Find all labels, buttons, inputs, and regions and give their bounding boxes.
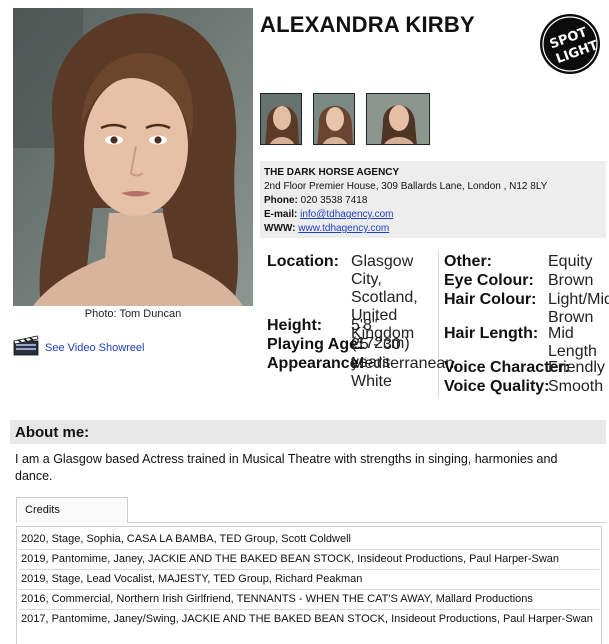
voice-quality-label: Voice Quality:	[444, 378, 550, 395]
credit-row: 2019, Pantomime, Janey, JACKIE AND THE B…	[19, 549, 599, 570]
clapperboard-icon	[13, 334, 39, 361]
voice-character-value: Friendly	[548, 359, 605, 376]
column-divider	[438, 250, 439, 398]
photo-credit: Photo: Tom Duncan	[84, 308, 182, 320]
thumbnail-photo-2[interactable]	[313, 93, 355, 145]
location-label: Location:	[267, 253, 339, 270]
other-label: Other:	[444, 253, 492, 270]
agency-contact-panel: THE DARK HORSE AGENCY 2nd Floor Premier …	[260, 161, 606, 238]
credits-table: 2020, Stage, Sophia, CASA LA BAMBA, TED …	[16, 526, 602, 644]
agency-address: 2nd Floor Premier House, 309 Ballards La…	[264, 181, 548, 192]
thumbnail-photo-1[interactable]	[260, 93, 302, 145]
eye-colour-value: Brown	[548, 272, 594, 289]
tab-baseline	[128, 522, 606, 523]
credit-row: 2019, Stage, Lead Vocalist, MAJESTY, TED…	[19, 569, 599, 590]
agency-email-link[interactable]: info@tdhagency.com	[300, 209, 393, 220]
about-me-text: I am a Glasgow based Actress trained in …	[15, 452, 558, 483]
voice-quality-value: Smooth	[548, 378, 604, 395]
actor-name: ALEXANDRA KIRBY	[260, 12, 475, 37]
playing-age-label: Playing Age:	[267, 336, 364, 353]
other-value: Equity	[548, 253, 593, 270]
credit-row: 2020, Stage, Sophia, CASA LA BAMBA, TED …	[19, 529, 599, 550]
height-label: Height:	[267, 317, 323, 334]
hair-length-value: Mid Length	[548, 325, 597, 360]
agency-phone: 020 3538 7418	[300, 195, 368, 206]
spotlight-logo[interactable]: SPOT LIGHT	[538, 12, 602, 76]
credit-row: 2016, Commercial, Northern Irish Girlfri…	[19, 589, 599, 610]
about-me-heading: About me:	[10, 420, 606, 444]
www-label: WWW:	[264, 223, 296, 234]
hair-colour-value: Light/Mid Brown	[548, 291, 609, 326]
appearance-value: Mediterranean, White	[351, 355, 459, 390]
main-headshot-photo[interactable]	[13, 8, 253, 306]
tab-credits[interactable]: Credits	[16, 497, 128, 523]
thumbnail-photo-3[interactable]	[366, 93, 430, 145]
agency-name: THE DARK HORSE AGENCY	[264, 167, 400, 178]
hair-colour-label: Hair Colour:	[444, 291, 537, 308]
appearance-label: Appearance:	[267, 355, 364, 372]
agency-website-link[interactable]: www.tdhagency.com	[298, 223, 389, 234]
see-video-showreel-link[interactable]: See Video Showreel	[13, 334, 144, 361]
credit-row: 2017, Pantomime, Janey/Swing, JACKIE AND…	[21, 613, 593, 625]
showreel-label[interactable]: See Video Showreel	[45, 342, 144, 354]
hair-length-label: Hair Length:	[444, 325, 539, 342]
phone-label: Phone:	[264, 195, 298, 206]
eye-colour-label: Eye Colour:	[444, 272, 534, 289]
email-label: E-mail:	[264, 209, 298, 220]
